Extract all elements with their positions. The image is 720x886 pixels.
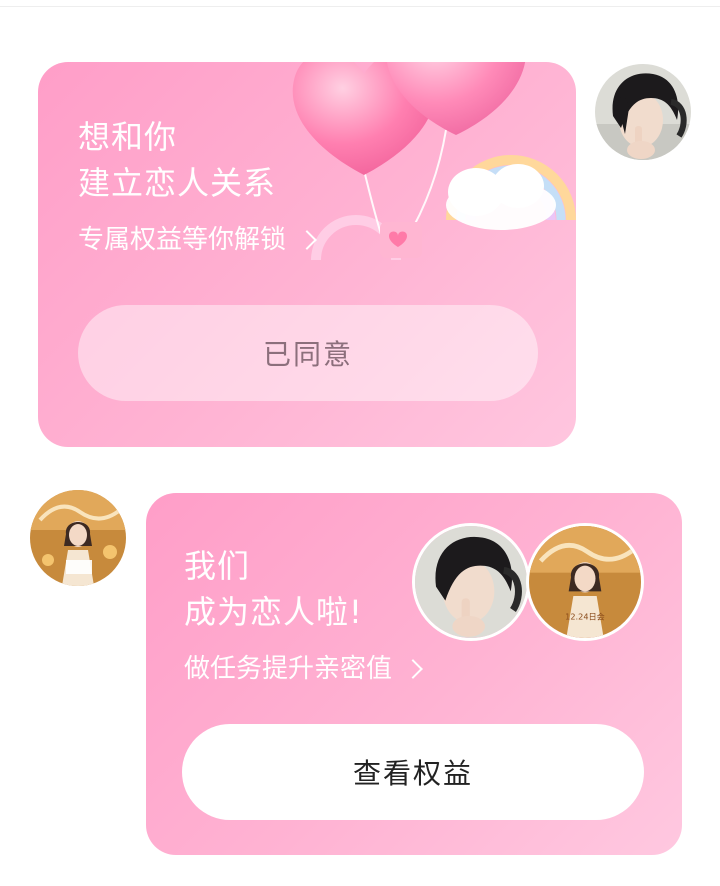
lovers-title-line2: 成为恋人啦! (184, 593, 363, 631)
chat-screen: 想和你 建立恋人关系 专属权益等你解锁 已同意 我们 成为恋人啦! 做任务提升亲… (0, 0, 720, 886)
couple-avatar-partner: 12.24日会 (526, 523, 644, 641)
self-avatar[interactable] (595, 64, 691, 160)
chevron-right-icon (297, 230, 317, 250)
top-divider (0, 6, 720, 7)
partner-avatar[interactable] (30, 490, 126, 586)
invite-title-line1: 想和你 (78, 118, 178, 156)
invite-benefits-text: 专属权益等你解锁 (78, 225, 287, 255)
partner-photo-text: 12.24日会 (565, 611, 605, 621)
lovers-title: 我们 成为恋人啦! (184, 543, 363, 635)
relationship-invite-card[interactable]: 想和你 建立恋人关系 专属权益等你解锁 已同意 (38, 62, 576, 447)
view-benefits-button[interactable]: 查看权益 (182, 724, 644, 820)
agreed-button[interactable]: 已同意 (78, 305, 538, 401)
dark-hair-male-avatar-icon (415, 526, 527, 638)
couple-avatar-self (412, 523, 530, 641)
invite-title-line2: 建立恋人关系 (78, 164, 277, 202)
lovers-card[interactable]: 我们 成为恋人啦! 做任务提升亲密值 12.24日会 查看权益 (146, 493, 682, 855)
chevron-right-icon (403, 659, 423, 679)
birthday-female-avatar-icon (30, 490, 126, 586)
invite-title: 想和你 建立恋人关系 (78, 114, 276, 206)
lovers-task-link[interactable]: 做任务提升亲密值 (184, 649, 423, 689)
dark-hair-male-avatar-icon (595, 64, 691, 160)
lovers-task-text: 做任务提升亲密值 (184, 654, 393, 684)
invite-benefits-link[interactable]: 专属权益等你解锁 (78, 220, 317, 260)
birthday-female-avatar-icon: 12.24日会 (529, 526, 641, 638)
heart-balloons-illustration (292, 62, 576, 260)
lovers-title-line1: 我们 (184, 547, 251, 585)
